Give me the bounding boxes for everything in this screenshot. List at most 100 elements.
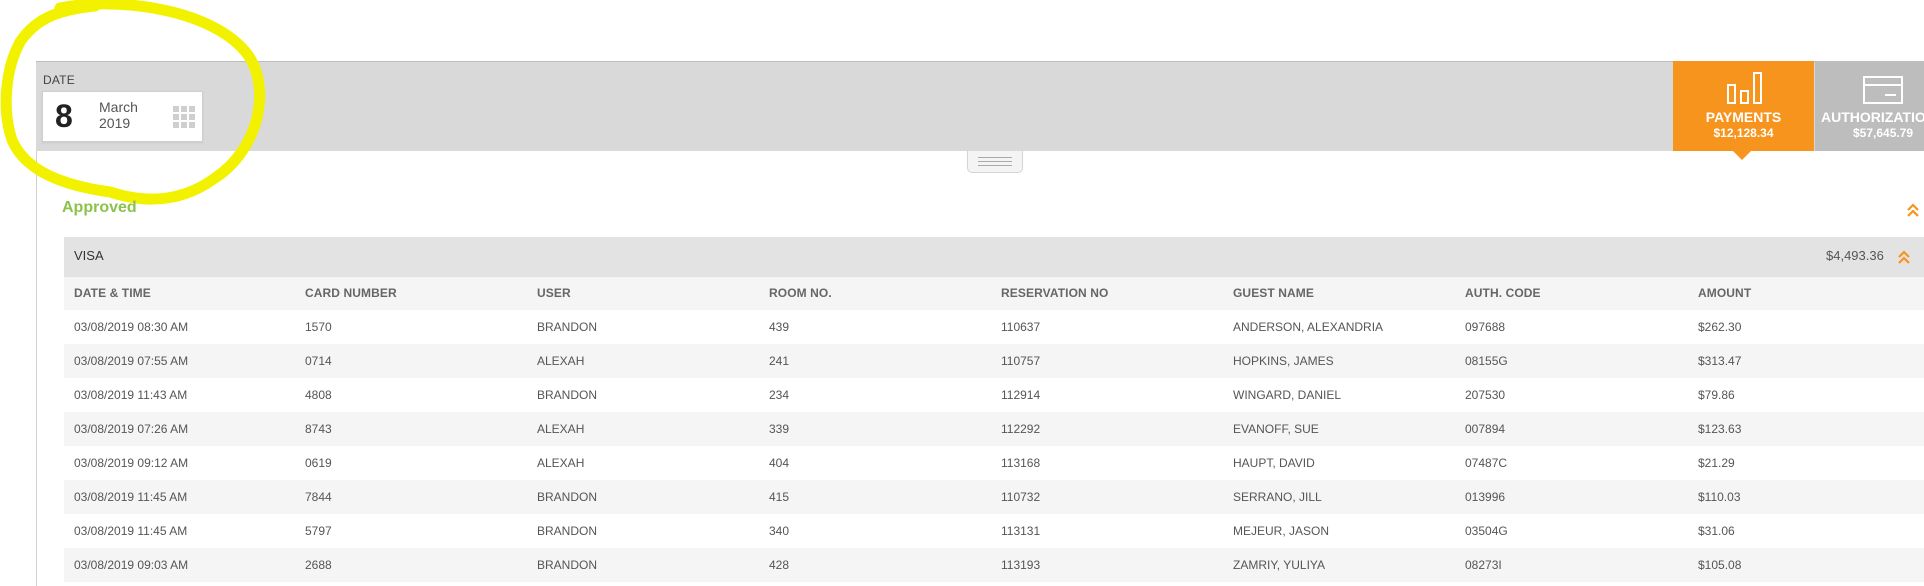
column-header[interactable]: RESERVATION NO (1001, 277, 1108, 310)
table-cell: 112914 (1001, 388, 1041, 402)
table-row[interactable]: 03/08/2019 09:12 AM 0619 ALEXAH 404 113168 HA… (64, 446, 1924, 480)
table-cell: 340 (769, 524, 790, 538)
table-cell: EVANOFF, SUE (1233, 422, 1319, 436)
table-cell: BRANDON (537, 490, 598, 504)
bar-chart-icon (1727, 72, 1762, 104)
table-cell: 013996 (1465, 490, 1506, 504)
left-rail (0, 61, 36, 586)
table-cell: 110637 (1001, 320, 1041, 334)
table-cell: 415 (769, 490, 790, 504)
table-cell: 007894 (1465, 422, 1506, 436)
collapse-group-icon[interactable] (1897, 249, 1911, 265)
table-cell: 110757 (1001, 354, 1041, 368)
tab-payments[interactable]: PAYMENTS $12,128.34 (1673, 61, 1814, 151)
table-cell: 8743 (305, 422, 332, 436)
table-row[interactable]: 03/08/2019 11:43 AM 4808 BRANDON 234 112914 W… (64, 378, 1924, 412)
table-cell: HOPKINS, JAMES (1233, 354, 1334, 368)
table-row[interactable]: 03/08/2019 09:03 AM 2688 BRANDON 428 113193 Z… (64, 548, 1924, 582)
table-cell: $313.47 (1698, 354, 1742, 368)
table-cell: BRANDON (537, 524, 598, 538)
table-cell: $31.06 (1698, 524, 1735, 538)
table-cell: 428 (769, 558, 790, 572)
table-cell: 03/08/2019 11:43 AM (74, 388, 188, 402)
table-cell: 03/08/2019 09:03 AM (74, 558, 189, 572)
table-cell: 03504G (1465, 524, 1508, 538)
table-cell: 234 (769, 388, 790, 402)
table-header-row: DATE & TIME CARD NUMBER USER ROOM NO. RE… (64, 277, 1924, 310)
date-month: March (99, 99, 138, 115)
column-header[interactable]: GUEST NAME (1233, 277, 1314, 310)
payments-table: DATE & TIME CARD NUMBER USER ROOM NO. RE… (64, 277, 1924, 582)
table-cell: $110.03 (1698, 490, 1741, 504)
table-cell: 08273I (1465, 558, 1502, 572)
table-cell: 113193 (1001, 558, 1041, 572)
column-header[interactable]: DATE & TIME (74, 277, 151, 310)
table-cell: 207530 (1465, 388, 1506, 402)
column-header[interactable]: AUTH. CODE (1465, 277, 1541, 310)
table-cell: BRANDON (537, 558, 598, 572)
date-label: DATE (43, 73, 75, 87)
table-cell: 110732 (1001, 490, 1041, 504)
table-cell: 097688 (1465, 320, 1506, 334)
tab-payments-label: PAYMENTS (1705, 109, 1782, 125)
tab-authorizations-label: AUTHORIZATIO (1821, 109, 1924, 125)
table-row[interactable]: 03/08/2019 08:30 AM 1570 BRANDON 439 110637 A… (64, 310, 1924, 344)
table-cell: 08155G (1465, 354, 1508, 368)
table-cell: 03/08/2019 11:45 AM (74, 524, 188, 538)
table-cell: BRANDON (537, 388, 598, 402)
table-row[interactable]: 03/08/2019 11:45 AM 5797 BRANDON 340 113131 M… (64, 514, 1924, 548)
group-total: $4,493.36 (1826, 248, 1884, 263)
table-cell: BRANDON (537, 320, 598, 334)
column-header[interactable]: AMOUNT (1698, 277, 1751, 310)
table-cell: $105.08 (1698, 558, 1742, 572)
table-cell: 439 (769, 320, 790, 334)
table-cell: 03/08/2019 11:45 AM (74, 490, 188, 504)
table-cell: $123.63 (1698, 422, 1742, 436)
date-year: 2019 (99, 115, 131, 131)
collapse-section-icon[interactable] (1906, 202, 1920, 218)
tab-authorizations[interactable]: AUTHORIZATIO $57,645.79 (1815, 61, 1924, 151)
calendar-grid-icon[interactable] (173, 106, 195, 128)
table-cell: 03/08/2019 07:26 AM (74, 422, 189, 436)
table-cell: 1570 (305, 320, 332, 334)
table-cell: 03/08/2019 07:55 AM (74, 354, 189, 368)
column-header[interactable]: ROOM NO. (769, 277, 832, 310)
tab-payments-amount: $12,128.34 (1713, 126, 1774, 140)
group-label: VISA (74, 248, 104, 263)
table-cell: 03/08/2019 08:30 AM (74, 320, 189, 334)
table-cell: HAUPT, DAVID (1233, 456, 1315, 470)
drag-handle[interactable] (967, 151, 1023, 173)
credit-card-icon (1863, 76, 1903, 104)
table-cell: WINGARD, DANIEL (1233, 388, 1342, 402)
section-title-approved: Approved (62, 199, 137, 216)
table-row[interactable]: 03/08/2019 07:26 AM 8743 ALEXAH 339 112292 EV… (64, 412, 1924, 446)
group-header-visa (64, 237, 1924, 277)
table-cell: MEJEUR, JASON (1233, 524, 1330, 538)
table-cell: 404 (769, 456, 790, 470)
table-cell: 113131 (1001, 524, 1041, 538)
table-cell: $262.30 (1698, 320, 1742, 334)
date-day: 8 (55, 98, 73, 134)
active-tab-pointer (1733, 151, 1751, 160)
tab-authorizations-amount: $57,645.79 (1853, 126, 1914, 140)
table-cell: 5797 (305, 524, 332, 538)
table-cell: 241 (769, 354, 790, 368)
table-cell: ANDERSON, ALEXANDRIA (1233, 320, 1384, 334)
table-cell: 0619 (305, 456, 332, 470)
column-header[interactable]: CARD NUMBER (305, 277, 397, 310)
table-cell: $21.29 (1698, 456, 1735, 470)
table-row[interactable]: 03/08/2019 07:55 AM 0714 ALEXAH 241 110757 HO… (64, 344, 1924, 378)
table-cell: 03/08/2019 09:12 AM (74, 456, 189, 470)
table-cell: 339 (769, 422, 790, 436)
column-header[interactable]: USER (537, 277, 571, 310)
table-row[interactable]: 03/08/2019 11:45 AM 7844 BRANDON 415 110732 S… (64, 480, 1924, 514)
table-cell: 07487C (1465, 456, 1508, 470)
table-cell: 112292 (1001, 422, 1041, 436)
table-cell: 2688 (305, 558, 332, 572)
table-cell: 0714 (305, 354, 332, 368)
table-cell: ZAMRIY, YULIYA (1233, 558, 1326, 572)
header-band (36, 61, 1924, 151)
table-cell: 7844 (305, 490, 332, 504)
date-picker[interactable]: 8 March 2019 (42, 91, 203, 142)
table-cell: ALEXAH (537, 456, 585, 470)
